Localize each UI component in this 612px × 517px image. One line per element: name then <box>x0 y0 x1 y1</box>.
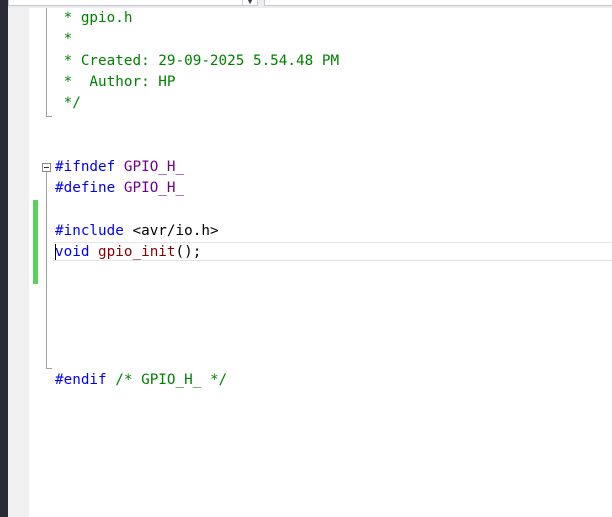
macro-name: GPIO_H_ <box>123 159 185 175</box>
preprocessor-directive: #endif <box>55 372 107 388</box>
code-line[interactable]: * <box>55 29 73 49</box>
change-marker <box>33 200 38 284</box>
chevron-down-icon[interactable]: ▼ <box>242 0 257 6</box>
outline-guide-end <box>46 368 52 369</box>
outline-guide-ifndef <box>46 172 47 368</box>
function-name: gpio_init <box>98 244 176 260</box>
preprocessor-directive: #ifndef <box>55 159 116 175</box>
collapse-icon[interactable] <box>42 163 51 172</box>
macro-name: GPIO_H_ <box>123 180 185 196</box>
text-caret <box>55 244 56 260</box>
code-line[interactable]: #ifndef GPIO_H_ <box>55 157 184 177</box>
outline-guide-end <box>46 116 52 117</box>
code-line[interactable]: */ <box>55 93 81 113</box>
member-dropdown[interactable] <box>264 0 612 6</box>
include-path: <avr/io.h> <box>132 223 219 239</box>
code-line[interactable]: #include <avr/io.h> <box>55 221 219 241</box>
code-line[interactable]: * Author: HP <box>55 72 176 92</box>
code-line[interactable]: * gpio.h <box>55 8 133 28</box>
punctuation: (); <box>175 244 202 260</box>
comment: /* GPIO_H_ */ <box>115 372 228 388</box>
preprocessor-directive: #include <box>55 223 124 239</box>
code-line[interactable]: void gpio_init(); <box>55 242 201 262</box>
keyword: void <box>55 244 90 260</box>
window-edge <box>0 0 8 517</box>
scope-dropdown[interactable]: ▼ <box>8 0 258 6</box>
code-line[interactable]: #define GPIO_H_ <box>55 178 184 198</box>
editor-gutter <box>8 0 29 517</box>
navigation-bar: ▼ <box>8 0 612 8</box>
outline-guide-comment <box>46 8 47 116</box>
preprocessor-directive: #define <box>55 180 116 196</box>
code-line[interactable]: * Created: 29-09-2025 5.54.48 PM <box>55 51 339 71</box>
code-line[interactable]: #endif /* GPIO_H_ */ <box>55 370 227 390</box>
